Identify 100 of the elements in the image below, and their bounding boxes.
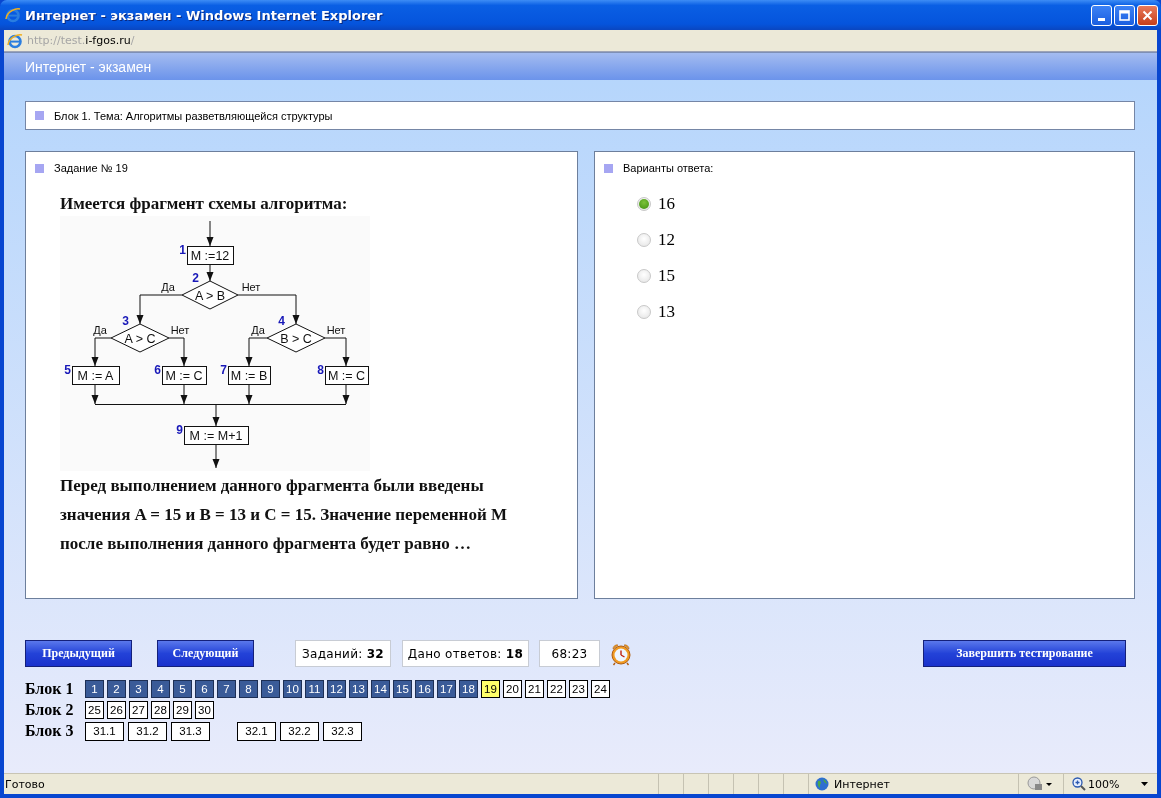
caret-icon[interactable] [1141,782,1149,786]
answer-option[interactable]: 12 [658,230,675,250]
flow-arrow [91,337,112,367]
flow-arrow [180,383,188,405]
question-number[interactable]: 13 [349,680,368,698]
tasks-counter: Заданий: 32 [302,646,384,661]
branch-label: Нет [170,324,190,336]
branch-label: Да [161,281,175,293]
question-number[interactable]: 30 [195,701,214,719]
zoom-icon[interactable] [1072,777,1086,791]
question-number[interactable]: 32.3 [323,721,362,741]
radio-button[interactable] [637,305,651,319]
question-number[interactable]: 11 [305,680,324,698]
question-number[interactable]: 15 [393,680,412,698]
process-box: M := C [162,366,207,385]
block-label: Блок 1 [25,680,75,698]
question-text: Перед выполнением данного фрагмента были введены значения A = 15 и B = 13 и C = 15. Значение переменной M после выполнения данного фрагмента будет равно … [60,475,508,555]
flow-arrow [206,263,214,282]
panel-title: Задание № 19 [54,162,128,174]
process-box: M := A [72,366,120,385]
flow-arrow [245,337,268,367]
node-number: 7 [220,363,227,377]
question-number[interactable]: 2 [107,680,126,698]
radio-button[interactable] [637,269,651,283]
node-number: 1 [179,243,186,257]
question-number[interactable]: 21 [525,680,544,698]
question-number[interactable]: 31.1 [85,721,124,741]
maximize-button[interactable] [1114,4,1135,26]
question-number[interactable]: 24 [591,680,610,698]
branch-label: Да [93,324,107,336]
question-number[interactable]: 25 [85,701,104,719]
question-number[interactable]: 31.3 [171,721,210,741]
bullet-icon [604,163,613,173]
question-number[interactable]: 5 [173,680,192,698]
question-number[interactable]: 18 [459,680,478,698]
panel-title: Варианты ответа: [623,162,714,174]
question-number[interactable]: 19 [481,680,500,698]
process-box: M := M+1 [184,426,249,445]
window-title: Интернет - экзамен - Windows Internet Explorer [25,7,384,23]
finish-button[interactable]: Завершить тестирование [923,640,1126,667]
topic-title: Блок 1. Тема: Алгоритмы разветвляющейся структуры [54,109,333,122]
question-number[interactable]: 6 [195,680,214,698]
bullet-icon [35,111,44,120]
minimize-icon [1098,17,1105,21]
question-number[interactable]: 4 [151,680,170,698]
branch-label: Нет [241,281,261,293]
close-icon [1142,9,1153,21]
question-number[interactable]: 1 [85,680,104,698]
answers-counter: Дано ответов: 18 [407,646,524,661]
flow-arrow [212,403,220,427]
flow-arrow [91,383,99,405]
node-number: 6 [154,363,161,377]
question-number[interactable]: 3 [129,680,148,698]
next-button[interactable]: Следующий [157,640,254,667]
answer-option[interactable]: 15 [658,266,675,286]
question-number[interactable]: 28 [151,701,170,719]
zone-text: Интернет [834,777,890,791]
question-intro: Имеется фрагмент схемы алгоритма: [60,194,349,214]
question-number[interactable]: 29 [173,701,192,719]
question-number[interactable]: 22 [547,680,566,698]
maximize-icon [1119,9,1130,21]
close-button[interactable] [1137,4,1158,26]
security-icon[interactable] [1027,776,1055,792]
branch-label: Нет [326,324,346,336]
question-number[interactable]: 20 [503,680,522,698]
radio-button[interactable] [637,197,651,211]
status-text: Готово [4,777,46,791]
question-number[interactable]: 7 [217,680,236,698]
question-number[interactable]: 31.2 [128,721,167,741]
question-number[interactable]: 14 [371,680,390,698]
question-number[interactable]: 23 [569,680,588,698]
timer: 68:23 [539,640,600,667]
flow-arrow [168,337,188,367]
question-number[interactable]: 16 [415,680,434,698]
question-number[interactable]: 27 [129,701,148,719]
question-number[interactable]: 17 [437,680,456,698]
radio-button[interactable] [637,233,651,247]
address-text[interactable]: http://test.i-fgos.ru/ [27,34,135,47]
flow-arrow [324,337,350,367]
question-number[interactable]: 32.1 [237,721,276,741]
question-number[interactable]: 9 [261,680,280,698]
minimize-button[interactable] [1091,4,1112,26]
flow-arrow [136,294,183,325]
question-number[interactable]: 26 [107,701,126,719]
question-number[interactable]: 32.2 [280,721,319,741]
question-number[interactable]: 10 [283,680,302,698]
question-number[interactable]: 12 [327,680,346,698]
page-icon [7,32,23,49]
globe-icon [815,777,829,791]
page-header-bar: Интернет - экзамен [4,52,1157,80]
flow-arrow [342,383,350,405]
previous-button[interactable]: Предыдущий [25,640,132,667]
process-box: M := B [228,366,271,385]
flow-arrow [212,443,220,469]
flow-arrow [245,383,253,405]
answer-option[interactable]: 13 [658,302,675,322]
answer-option[interactable]: 16 [658,194,675,214]
question-number[interactable]: 8 [239,680,258,698]
zoom-level[interactable]: 100% [1088,777,1120,791]
flow-arrow [206,220,214,247]
